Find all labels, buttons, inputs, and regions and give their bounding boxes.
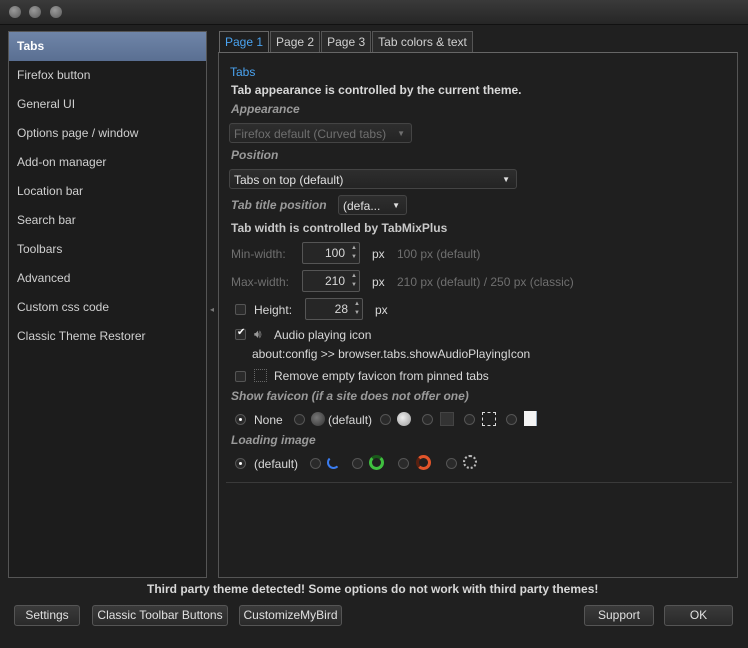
max-width-label: Max-width: — [231, 275, 290, 289]
loading-label: Loading image — [231, 433, 316, 447]
tab-title-position-dropdown[interactable]: (defa... ▼ — [338, 195, 407, 215]
stepper-down-icon[interactable]: ▼ — [351, 254, 357, 260]
height-checkbox[interactable] — [235, 304, 246, 315]
loading-orange-radio[interactable] — [398, 458, 409, 469]
max-width-unit: px — [372, 275, 385, 289]
min-width-label: Min-width: — [231, 247, 286, 261]
sidebar-item-advanced[interactable]: Advanced — [9, 264, 206, 293]
sidebar-item-tabs[interactable]: Tabs — [9, 32, 206, 61]
stepper-down-icon[interactable]: ▼ — [351, 282, 357, 288]
audio-label: Audio playing icon — [274, 328, 372, 342]
loading-green-radio[interactable] — [352, 458, 363, 469]
sidebar-item-firefox-button[interactable]: Firefox button — [9, 61, 206, 90]
favicon-label: Show favicon (if a site does not offer o… — [231, 389, 469, 403]
favicon-none-radio[interactable] — [235, 414, 246, 425]
height-value: 28 — [334, 302, 348, 316]
square-icon — [440, 412, 454, 426]
loading-dots-radio[interactable] — [446, 458, 457, 469]
sidebar-item-location-bar[interactable]: Location bar — [9, 177, 206, 206]
chevron-down-icon: ▼ — [397, 129, 405, 138]
loading-default-radio[interactable] — [235, 458, 246, 469]
globe-icon — [311, 412, 325, 426]
audio-hint: about:config >> browser.tabs.showAudioPl… — [252, 347, 531, 361]
height-stepper[interactable]: 28 ▲ ▼ — [305, 298, 363, 320]
favicon-none-label: None — [254, 413, 283, 427]
sidebar-item-search-bar[interactable]: Search bar — [9, 206, 206, 235]
chevron-down-icon: ▼ — [392, 201, 400, 210]
favicon-document-radio[interactable] — [506, 414, 517, 425]
sidebar-item-custom-css[interactable]: Custom css code — [9, 293, 206, 322]
remove-favicon-checkbox[interactable] — [235, 371, 246, 382]
settings-button[interactable]: Settings — [14, 605, 80, 626]
classic-toolbar-buttons-button[interactable]: Classic Toolbar Buttons — [92, 605, 228, 626]
title-bar — [0, 0, 748, 25]
tab-strip: Page 1 Page 2 Page 3 Tab colors & text — [219, 31, 474, 53]
remove-favicon-label: Remove empty favicon from pinned tabs — [274, 369, 489, 383]
loading-dots-icon — [463, 455, 477, 469]
height-unit: px — [375, 303, 388, 317]
chevron-down-icon: ▼ — [502, 175, 510, 184]
sidebar-item-options-page[interactable]: Options page / window — [9, 119, 206, 148]
loading-blue-icon — [327, 456, 340, 469]
audio-checkbox[interactable] — [235, 327, 246, 340]
appearance-dropdown[interactable]: Firefox default (Curved tabs) ▼ — [229, 123, 412, 143]
favicon-default-label: (default) — [328, 413, 373, 427]
sidebar-item-classic-theme-restorer[interactable]: Classic Theme Restorer — [9, 322, 206, 351]
minimize-window-button[interactable] — [29, 6, 41, 18]
min-width-stepper[interactable]: 100 ▲ ▼ — [302, 242, 360, 264]
appearance-label: Appearance — [231, 102, 300, 116]
favicon-square-radio[interactable] — [422, 414, 433, 425]
tab-colors-text[interactable]: Tab colors & text — [372, 31, 473, 52]
customize-my-bird-button[interactable]: CustomizeMyBird — [239, 605, 342, 626]
empty-favicon-icon — [254, 369, 267, 382]
close-window-button[interactable] — [9, 6, 21, 18]
favicon-default-radio[interactable] — [294, 414, 305, 425]
sidebar-item-general-ui[interactable]: General UI — [9, 90, 206, 119]
stepper-up-icon[interactable]: ▲ — [351, 273, 357, 279]
favicon-globe-radio[interactable] — [380, 414, 391, 425]
sidebar-item-toolbars[interactable]: Toolbars — [9, 235, 206, 264]
tab-width-note: Tab width is controlled by TabMixPlus — [231, 221, 448, 235]
tab-title-position-value: (defa... — [343, 199, 381, 213]
appearance-value: Firefox default (Curved tabs) — [234, 127, 387, 141]
position-dropdown[interactable]: Tabs on top (default) ▼ — [229, 169, 517, 189]
min-width-unit: px — [372, 247, 385, 261]
sidebar-item-addon-manager[interactable]: Add-on manager — [9, 148, 206, 177]
loading-orange-icon — [416, 455, 431, 470]
divider — [226, 482, 732, 483]
max-width-stepper[interactable]: 210 ▲ ▼ — [302, 270, 360, 292]
max-width-value: 210 — [324, 274, 345, 288]
section-title: Tabs — [230, 65, 256, 79]
dotted-square-icon — [482, 412, 496, 426]
speaker-icon: 🔊︎ — [254, 327, 262, 341]
appearance-note: Tab appearance is controlled by the curr… — [231, 83, 522, 97]
tab-page-2[interactable]: Page 2 — [270, 31, 321, 52]
category-list[interactable]: Tabs Firefox button General UI Options p… — [8, 31, 207, 578]
zoom-window-button[interactable] — [50, 6, 62, 18]
stepper-down-icon[interactable]: ▼ — [354, 310, 360, 316]
max-width-hint: 210 px (default) / 250 px (classic) — [397, 275, 574, 289]
position-label: Position — [231, 148, 279, 162]
favicon-dotted-radio[interactable] — [464, 414, 475, 425]
ok-button[interactable]: OK — [664, 605, 733, 626]
stepper-up-icon[interactable]: ▲ — [354, 301, 360, 307]
min-width-hint: 100 px (default) — [397, 247, 481, 261]
height-label: Height: — [254, 303, 293, 317]
tab-page-1[interactable]: Page 1 — [219, 31, 270, 53]
min-width-value: 100 — [324, 246, 345, 260]
tab-title-position-label: Tab title position — [231, 198, 327, 212]
position-value: Tabs on top (default) — [234, 173, 344, 187]
splitter-handle[interactable]: ◂ — [210, 305, 214, 314]
loading-green-icon — [369, 455, 384, 470]
loading-default-label: (default) — [254, 457, 299, 471]
tab-page-3[interactable]: Page 3 — [321, 31, 372, 52]
loading-blue-radio[interactable] — [310, 458, 321, 469]
stepper-up-icon[interactable]: ▲ — [351, 245, 357, 251]
third-party-warning: Third party theme detected! Some options… — [147, 582, 599, 596]
globe-icon — [397, 412, 411, 426]
support-button[interactable]: Support — [584, 605, 654, 626]
document-icon — [524, 411, 537, 426]
